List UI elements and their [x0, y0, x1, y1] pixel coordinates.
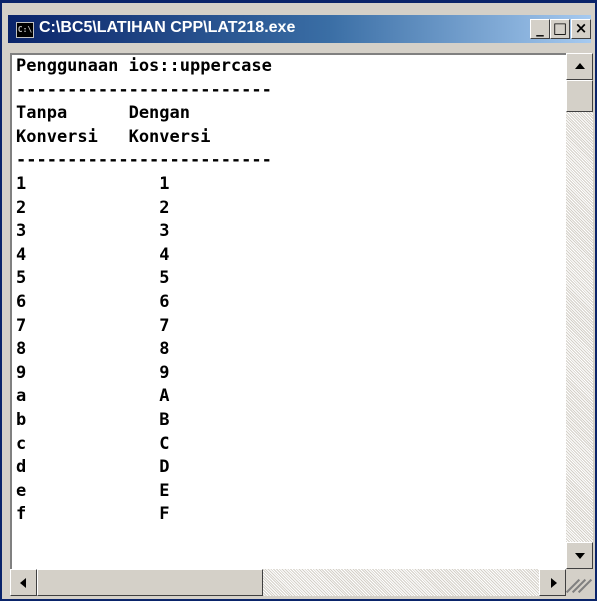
- maximize-button[interactable]: □: [550, 19, 570, 39]
- horizontal-scroll-thumb[interactable]: [37, 569, 263, 596]
- arrow-up-icon: [575, 63, 585, 69]
- arrow-left-icon: [20, 578, 26, 588]
- vertical-scrollbar[interactable]: [566, 53, 593, 569]
- console-line: b B: [16, 409, 170, 430]
- close-button[interactable]: ×: [571, 19, 591, 39]
- console-line: f F: [16, 504, 170, 525]
- console-line: 6 6: [16, 291, 170, 312]
- arrow-right-icon: [551, 578, 557, 588]
- window-title: C:\BC5\LATIHAN CPP\LAT218.exe: [39, 19, 296, 36]
- vertical-scroll-thumb[interactable]: [566, 80, 593, 112]
- console-output-area[interactable]: Penggunaan ios::uppercase ---------------…: [10, 53, 566, 569]
- horizontal-scrollbar[interactable]: [10, 569, 566, 596]
- scroll-left-button[interactable]: [10, 569, 37, 596]
- title-bar[interactable]: C:\ C:\BC5\LATIHAN CPP\LAT218.exe _ □ ×: [8, 15, 591, 43]
- scroll-up-button[interactable]: [566, 53, 593, 80]
- scroll-down-button[interactable]: [566, 542, 593, 569]
- scroll-right-button[interactable]: [539, 569, 566, 596]
- console-output-text: Penggunaan ios::uppercase ---------------…: [16, 58, 272, 531]
- console-app-icon[interactable]: C:\: [16, 22, 34, 38]
- console-window: C:\ C:\BC5\LATIHAN CPP\LAT218.exe _ □ × …: [0, 0, 597, 601]
- resize-grip-icon[interactable]: [565, 569, 593, 596]
- arrow-down-icon: [575, 553, 585, 559]
- minimize-button[interactable]: _: [530, 19, 550, 39]
